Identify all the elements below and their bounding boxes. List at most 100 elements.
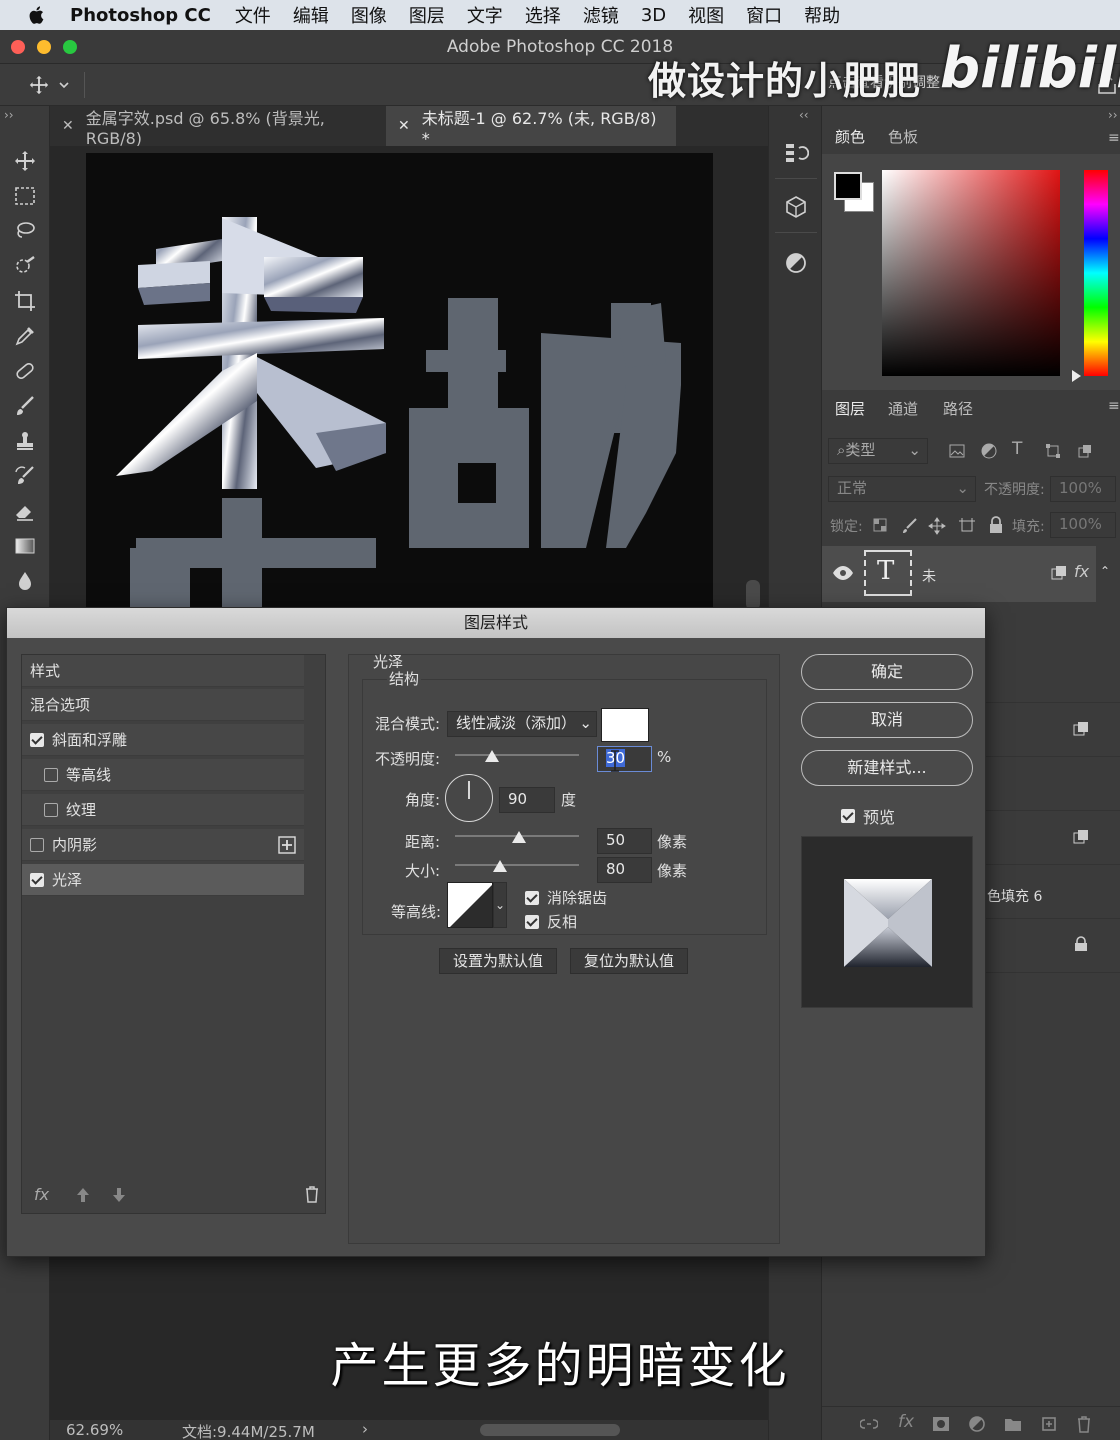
tab-metal-psd[interactable]: ✕ 金属字效.psd @ 65.8% (背景光, RGB/8) [50, 106, 386, 148]
collapse-icon[interactable]: ›› [1108, 108, 1118, 122]
color-picker-field[interactable] [882, 170, 1060, 376]
menu-window[interactable]: 窗口 [746, 2, 782, 28]
history-panel-icon[interactable] [783, 140, 809, 166]
cancel-button[interactable]: 取消 [801, 702, 973, 738]
reset-default-button[interactable]: 复位为默认值 [570, 948, 688, 974]
crop-tool[interactable] [10, 286, 40, 316]
move-down-icon[interactable] [112, 1187, 126, 1203]
contour-item[interactable]: 等高线 [22, 759, 304, 791]
folder-icon[interactable] [1004, 1416, 1022, 1432]
size-slider-thumb[interactable] [493, 860, 507, 872]
text-layer-thumbnail[interactable]: T [864, 550, 912, 596]
trash-icon[interactable] [1076, 1415, 1092, 1433]
chevron-down-icon[interactable] [58, 80, 70, 90]
lock-all-icon[interactable] [988, 516, 1004, 534]
menu-view[interactable]: 视图 [688, 2, 724, 28]
opacity-input[interactable]: 30 [597, 746, 652, 772]
satin-color-swatch[interactable] [601, 708, 649, 742]
apple-icon[interactable] [26, 4, 48, 26]
healing-brush-tool[interactable] [10, 356, 40, 386]
menu-layer[interactable]: 图层 [409, 2, 445, 28]
smart-object-filter-icon[interactable] [1076, 442, 1094, 460]
panel-menu-icon[interactable]: ≡ [1108, 398, 1120, 414]
image-filter-icon[interactable] [948, 442, 966, 460]
blend-options-item[interactable]: 混合选项 [22, 689, 304, 721]
adjustment-filter-icon[interactable] [980, 442, 998, 460]
preview-checkbox[interactable] [841, 809, 855, 823]
texture-item[interactable]: 纹理 [22, 794, 304, 826]
size-input[interactable]: 80 [597, 857, 652, 883]
close-tab-icon[interactable]: ✕ [62, 118, 74, 134]
marquee-tool[interactable] [10, 181, 40, 211]
history-brush-tool[interactable] [10, 461, 40, 491]
menu-select[interactable]: 选择 [525, 2, 561, 28]
brush-tool[interactable] [10, 391, 40, 421]
menu-type[interactable]: 文字 [467, 2, 503, 28]
menu-filter[interactable]: 滤镜 [583, 2, 619, 28]
move-tool[interactable] [10, 146, 40, 176]
mask-icon[interactable] [932, 1416, 950, 1432]
satin-item[interactable]: 光泽 [22, 864, 304, 896]
contour-checkbox[interactable] [44, 767, 58, 782]
tab-paths[interactable]: 路径 [943, 398, 973, 419]
antialias-option[interactable]: 消除锯齿 [525, 887, 607, 908]
chevron-up-icon[interactable]: ⌃ [1100, 564, 1110, 578]
link-icon[interactable] [860, 1416, 878, 1432]
eyedropper-tool[interactable] [10, 321, 40, 351]
adjustments-panel-icon[interactable] [783, 250, 809, 276]
preview-option[interactable]: 预览 [841, 804, 895, 828]
tab-channels[interactable]: 通道 [888, 398, 918, 419]
move-up-icon[interactable] [76, 1187, 90, 1203]
shape-filter-icon[interactable] [1044, 442, 1062, 460]
lock-artboard-icon[interactable] [958, 517, 976, 535]
eraser-tool[interactable] [10, 496, 40, 526]
bevel-emboss-item[interactable]: 斜面和浮雕 [22, 724, 304, 756]
clone-stamp-tool[interactable] [10, 426, 40, 456]
quick-select-tool[interactable] [10, 251, 40, 281]
close-tab-icon[interactable]: ✕ [398, 118, 410, 134]
inner-shadow-checkbox[interactable] [30, 837, 44, 852]
chevron-right-icon[interactable]: › [362, 1420, 368, 1438]
opacity-slider-track[interactable] [455, 754, 579, 756]
distance-input[interactable]: 50 [597, 828, 652, 854]
lock-pixels-icon[interactable] [872, 517, 888, 533]
layer-name[interactable]: 色填充 6 [987, 886, 1042, 906]
zoom-readout[interactable]: 62.69% [66, 1421, 123, 1439]
lock-position-icon[interactable] [928, 517, 946, 535]
tab-swatches[interactable]: 色板 [888, 126, 918, 147]
bevel-emboss-checkbox[interactable] [30, 732, 44, 747]
opacity-field[interactable]: 100% [1050, 476, 1116, 502]
move-tool-icon[interactable] [28, 74, 50, 96]
texture-checkbox[interactable] [44, 802, 58, 817]
blend-mode-select[interactable]: 线性减淡（添加） ⌄ [447, 711, 597, 737]
fx-icon[interactable]: fx [34, 1185, 49, 1204]
type-filter-icon[interactable]: T [1012, 439, 1022, 459]
eye-icon[interactable] [832, 564, 854, 582]
layer-name[interactable]: 未 [922, 566, 936, 586]
angle-input[interactable]: 90 [499, 787, 555, 813]
ok-button[interactable]: 确定 [801, 654, 973, 690]
adjustment-layer-icon[interactable] [968, 1415, 986, 1433]
tab-untitled-1[interactable]: ✕ 未标题-1 @ 62.7% (未, RGB/8) * [386, 106, 676, 148]
blur-tool[interactable] [10, 566, 40, 596]
collapse-icon[interactable]: ›› [4, 108, 14, 122]
canvas-scrollbar[interactable] [746, 580, 760, 610]
opacity-slider-thumb[interactable] [485, 750, 500, 762]
styles-header[interactable]: 样式 [22, 655, 304, 687]
invert-option[interactable]: 反相 [525, 911, 577, 932]
contour-picker[interactable] [447, 882, 493, 928]
tab-color[interactable]: 颜色 [835, 126, 865, 147]
menu-help[interactable]: 帮助 [804, 2, 840, 28]
new-layer-icon[interactable] [1040, 1415, 1058, 1433]
tab-layers[interactable]: 图层 [835, 398, 865, 419]
add-effect-icon[interactable] [278, 836, 296, 854]
inner-shadow-item[interactable]: 内阴影 [22, 829, 304, 861]
size-slider-track[interactable] [455, 864, 579, 866]
horizontal-scrollbar[interactable] [480, 1424, 620, 1436]
collapse-icon[interactable]: ‹‹ [799, 108, 809, 122]
lock-brush-icon[interactable] [900, 517, 918, 535]
app-name[interactable]: Photoshop CC [70, 5, 211, 26]
satin-checkbox[interactable] [30, 872, 44, 887]
antialias-checkbox[interactable] [525, 890, 539, 905]
panel-menu-icon[interactable]: ≡ [1108, 130, 1120, 146]
